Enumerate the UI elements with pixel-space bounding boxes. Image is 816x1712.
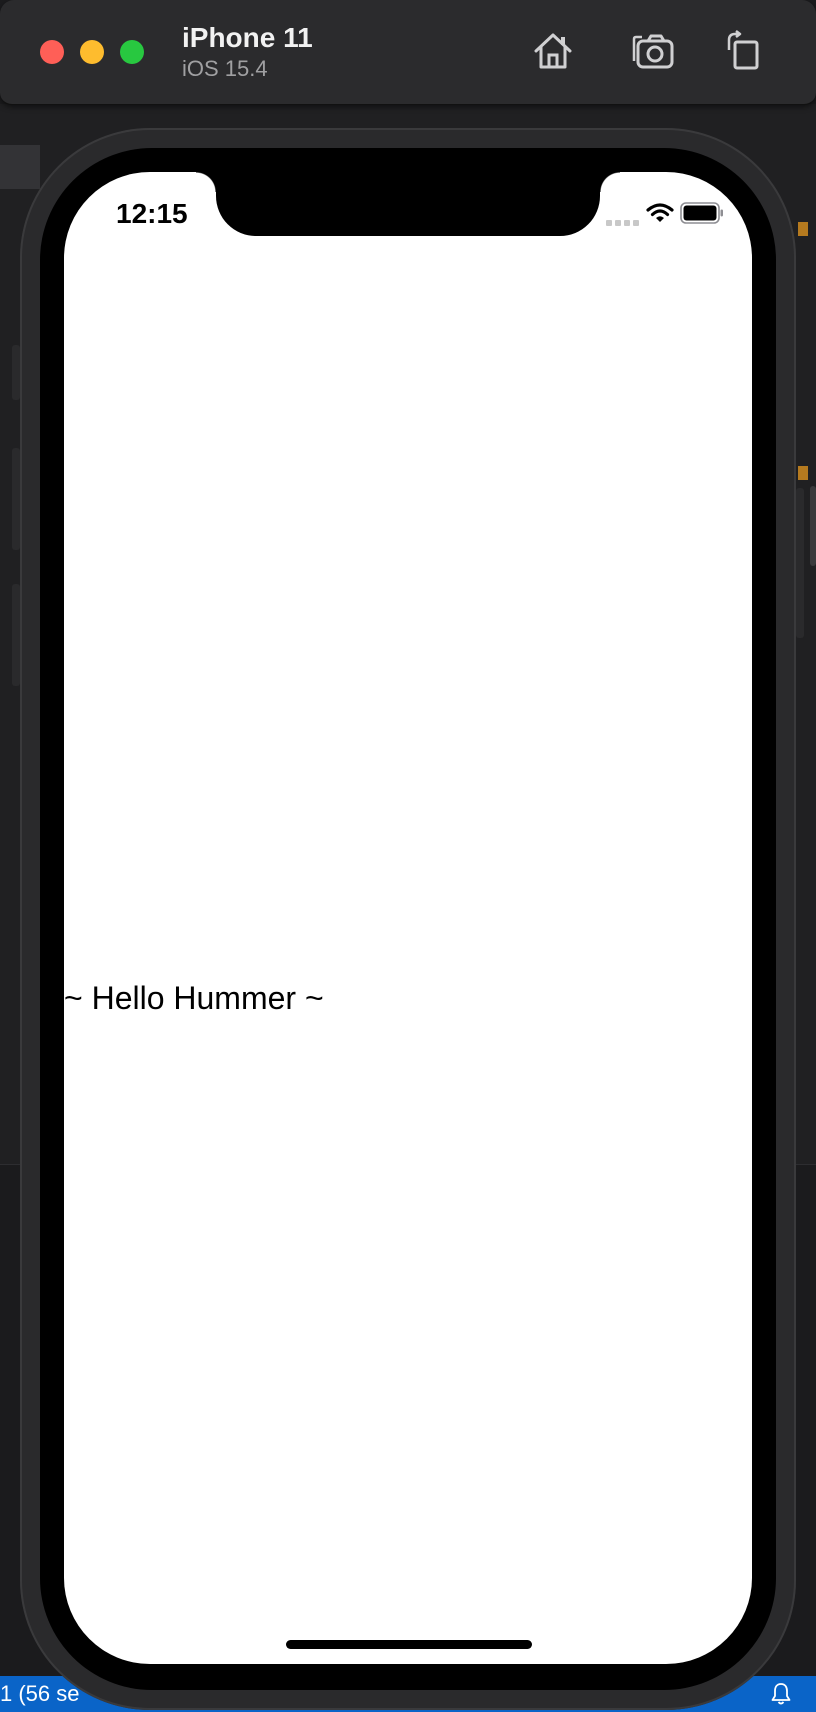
zoom-window-button[interactable] bbox=[120, 40, 144, 64]
home-button[interactable] bbox=[528, 26, 578, 76]
status-bar-time: 12:15 bbox=[116, 198, 188, 229]
background-editor-marker bbox=[798, 222, 808, 236]
background-editor-tab bbox=[0, 145, 40, 189]
background-editor-marker bbox=[798, 466, 808, 480]
status-bar-text[interactable]: 1 (56 se bbox=[0, 1676, 80, 1712]
volume-down-button[interactable] bbox=[12, 584, 20, 686]
minimize-window-button[interactable] bbox=[80, 40, 104, 64]
camera-icon bbox=[632, 34, 674, 69]
device-os-version: iOS 15.4 bbox=[182, 56, 268, 81]
mute-switch[interactable] bbox=[12, 345, 20, 400]
wifi-icon bbox=[646, 203, 674, 222]
close-window-button[interactable] bbox=[40, 40, 64, 64]
bell-icon[interactable] bbox=[770, 1682, 792, 1706]
volume-up-button[interactable] bbox=[12, 448, 20, 550]
device-name: iPhone 11 bbox=[182, 22, 313, 53]
screenshot-button[interactable] bbox=[628, 26, 678, 76]
power-button[interactable] bbox=[796, 488, 804, 638]
background-editor-scrollbar bbox=[810, 486, 816, 566]
simulator-titlebar: iPhone 11 iOS 15.4 bbox=[0, 0, 816, 105]
phone-screen[interactable]: 12:15 ~ Hello Hummer ~ bbox=[64, 172, 752, 1664]
hello-text: ~ Hello Hummer ~ bbox=[64, 980, 324, 1016]
home-indicator[interactable] bbox=[286, 1640, 532, 1649]
battery-icon bbox=[680, 202, 723, 224]
home-icon bbox=[534, 33, 572, 69]
cellular-signal-icon bbox=[606, 220, 639, 226]
phone-notch bbox=[196, 172, 620, 236]
rotate-icon bbox=[727, 30, 759, 70]
rotate-button[interactable] bbox=[718, 26, 768, 76]
